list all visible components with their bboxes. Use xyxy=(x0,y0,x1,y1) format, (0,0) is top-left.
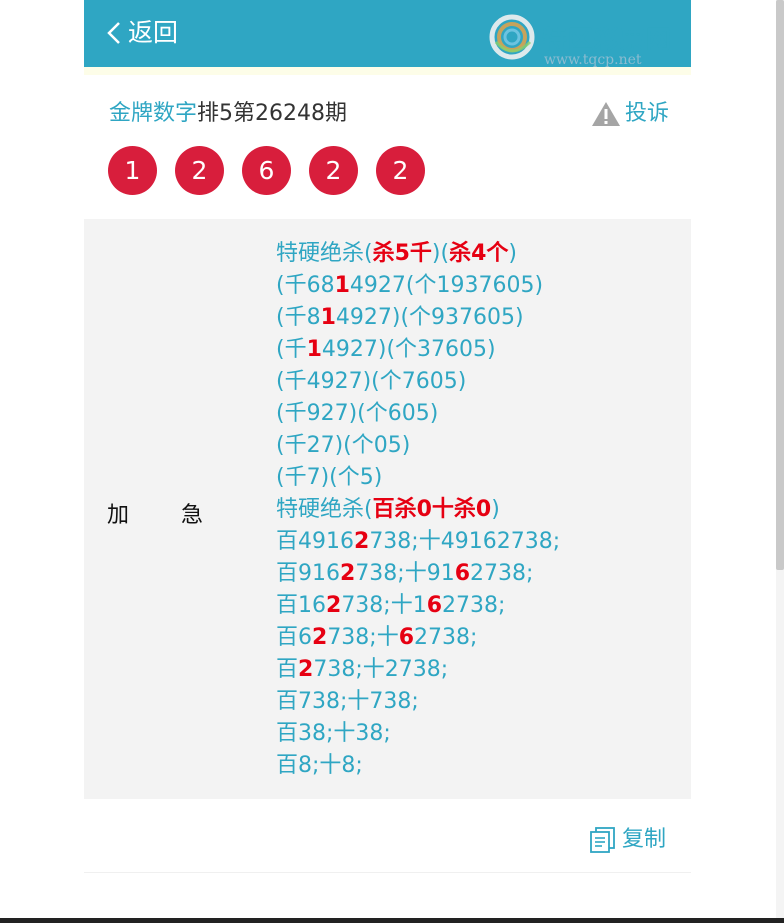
site-logo: 特区彩票网 www.tqcp.net xyxy=(486,6,696,68)
prediction-text-segment: ) xyxy=(491,497,500,522)
highlight-text: 百杀0十杀0 xyxy=(372,497,492,522)
highlight-text: 1 xyxy=(334,273,350,298)
copy-icon xyxy=(590,827,615,853)
prediction-line: 百2738;十2738; xyxy=(276,654,676,686)
result-ball: 2 xyxy=(175,146,224,195)
prediction-text-segment: 特硬绝杀( xyxy=(276,497,373,522)
prediction-text-segment: 百16 xyxy=(276,593,326,618)
prediction-line: 百9162738;十9162738; xyxy=(276,558,676,590)
prediction-text-segment: (千 xyxy=(276,337,307,362)
prediction-text-segment: 2738; xyxy=(496,529,561,554)
prediction-text-segment: 738;十1 xyxy=(341,593,427,618)
complain-button[interactable]: 投诉 xyxy=(590,96,669,132)
prediction-text: 特硬绝杀(杀5千)(杀4个) (千6814927(个1937605) (千81492… xyxy=(276,238,676,782)
logo-text: 特区彩票网 xyxy=(542,25,673,54)
result-ball: 1 xyxy=(108,146,157,195)
prediction-text-segment: 百4916 xyxy=(276,529,354,554)
prediction-text-segment: 百738;十738; xyxy=(276,689,419,714)
issue-text: 排5第26248期 xyxy=(197,101,347,126)
prediction-text-segment: 2738; xyxy=(470,561,534,586)
prediction-text-segment: 4927)(个937605) xyxy=(335,305,524,330)
prediction-line: (千7)(个5) xyxy=(276,462,676,494)
post-title: 金牌数字排5第26248期 xyxy=(109,96,347,132)
result-ball: 6 xyxy=(242,146,291,195)
prediction-line: (千14927)(个37605) xyxy=(276,334,676,366)
prediction-line: (千814927)(个937605) xyxy=(276,302,676,334)
highlight-text: 6 xyxy=(398,625,415,650)
prediction-text-segment: 738;十91 xyxy=(355,561,455,586)
author-link[interactable]: 金牌数字 xyxy=(109,101,197,126)
copy-button[interactable]: 复制 xyxy=(588,824,666,856)
back-label: 返回 xyxy=(128,18,179,47)
prediction-text-segment: 百38;十38; xyxy=(276,721,391,746)
tag-label-part2: 急 xyxy=(181,503,204,528)
highlight-text: 1 xyxy=(320,305,336,330)
logo-url: www.tqcp.net xyxy=(544,52,642,68)
draw-result-balls: 1 2 6 2 2 xyxy=(108,146,443,195)
scrollbar-thumb[interactable] xyxy=(776,0,784,570)
divider xyxy=(84,872,691,873)
prediction-line: 百8;十8; xyxy=(276,750,676,782)
warning-icon xyxy=(591,102,620,126)
result-ball: 2 xyxy=(376,146,425,195)
prediction-text-segment: 2738; xyxy=(414,625,478,650)
prediction-line: (千27)(个05) xyxy=(276,430,676,462)
prediction-line: (千927)(个605) xyxy=(276,398,676,430)
prediction-line: (千6814927(个1937605) xyxy=(276,270,676,302)
tag-label-part1: 加 xyxy=(107,503,130,528)
window-edge xyxy=(0,918,784,923)
logo-swirl-icon xyxy=(489,14,535,60)
highlight-text: 杀4个 xyxy=(449,241,509,266)
prediction-line: 百38;十38; xyxy=(276,718,676,750)
prediction-text-segment: 4927(个1937605) xyxy=(349,273,544,298)
highlight-text: 6 xyxy=(426,593,443,618)
highlight-text: 2 xyxy=(312,625,328,650)
prediction-text-segment: (千7)(个5) xyxy=(276,465,383,490)
prediction-line: 特硬绝杀(百杀0十杀0) xyxy=(276,494,676,526)
highlight-text: 2 xyxy=(340,561,356,586)
prediction-text-segment: 738;十 xyxy=(327,625,399,650)
prediction-text-segment: (千4927)(个7605) xyxy=(276,369,467,394)
highlight-text: 2 xyxy=(354,529,370,554)
page-frame: 返回 金牌数字排5第26248期 投诉 1 2 6 2 2 加 急 特硬绝杀(杀… xyxy=(84,0,691,923)
highlight-text: 杀5千 xyxy=(372,241,432,266)
prediction-text-segment: 百8;十8; xyxy=(276,753,363,778)
divider xyxy=(84,67,691,75)
prediction-text-segment: (千68 xyxy=(276,273,335,298)
complain-label: 投诉 xyxy=(624,101,669,126)
copy-label: 复制 xyxy=(621,827,666,852)
prediction-line: 百162738;十162738; xyxy=(276,590,676,622)
prediction-text-segment: (千27)(个05) xyxy=(276,433,411,458)
prediction-text-segment: 4927)(个37605) xyxy=(321,337,496,362)
prediction-line: 百62738;十62738; xyxy=(276,622,676,654)
prediction-text-segment: (千8 xyxy=(276,305,321,330)
highlight-text: 2 xyxy=(298,657,314,682)
prediction-panel: 加 急 特硬绝杀(杀5千)(杀4个) (千6814927(个1937605) (千8… xyxy=(84,219,691,799)
prediction-line: (千4927)(个7605) xyxy=(276,366,676,398)
prediction-line: 百738;十738; xyxy=(276,686,676,718)
prediction-text-segment: 738;十4916 xyxy=(369,529,497,554)
highlight-text: 2 xyxy=(326,593,342,618)
highlight-text: 6 xyxy=(454,561,471,586)
prediction-text-segment: 2738; xyxy=(442,593,506,618)
prediction-text-segment: 738;十2738; xyxy=(313,657,449,682)
prediction-text-segment: 百916 xyxy=(276,561,340,586)
prediction-text-segment: ) xyxy=(508,241,517,266)
prediction-text-segment: 特硬绝杀( xyxy=(276,241,373,266)
prediction-text-segment: )( xyxy=(431,241,450,266)
prediction-text-segment: 百 xyxy=(276,657,299,682)
prediction-line: 百49162738;十49162738; xyxy=(276,526,676,558)
prediction-text-segment: (千927)(个605) xyxy=(276,401,439,426)
back-button[interactable]: 返回 xyxy=(106,16,178,50)
result-ball: 2 xyxy=(309,146,358,195)
prediction-text-segment: 百6 xyxy=(276,625,312,650)
prediction-line: 特硬绝杀(杀5千)(杀4个) xyxy=(276,238,676,270)
highlight-text: 1 xyxy=(306,337,322,362)
post-header: 金牌数字排5第26248期 投诉 xyxy=(109,96,669,132)
chevron-left-icon xyxy=(107,22,120,44)
scrollbar[interactable] xyxy=(776,0,784,923)
